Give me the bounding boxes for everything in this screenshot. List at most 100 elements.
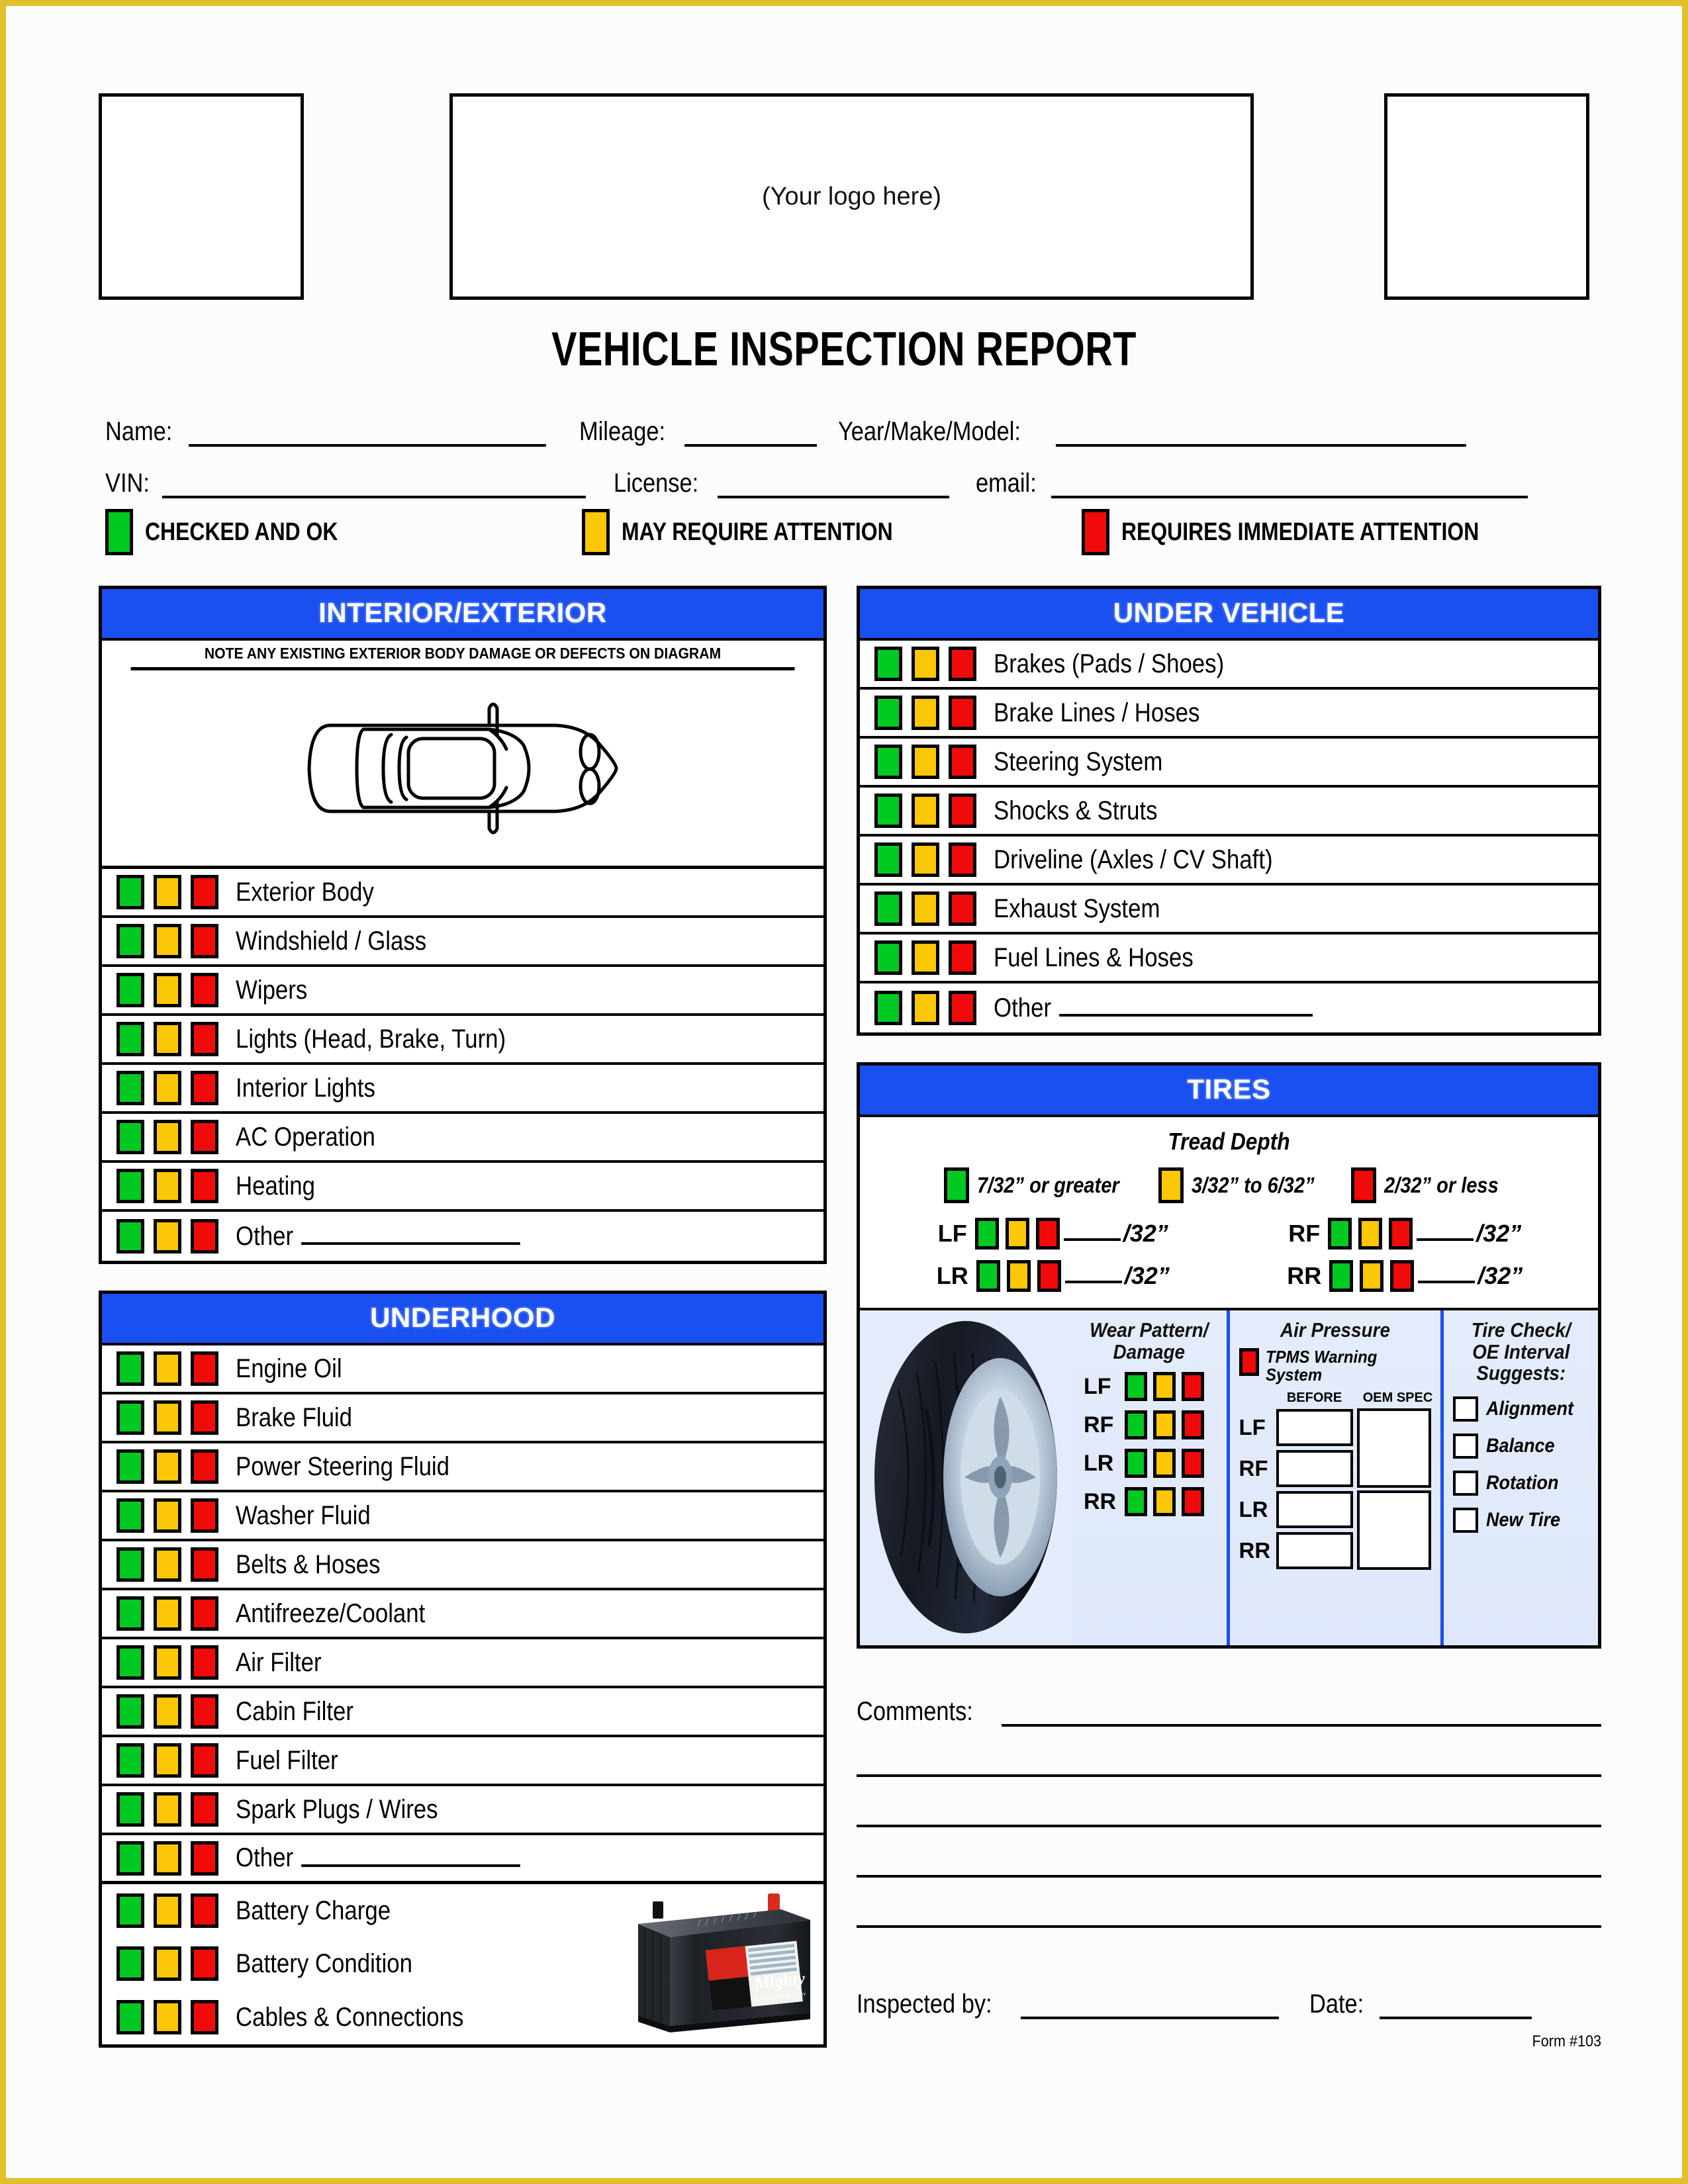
checklist-row[interactable]: Exterior Body <box>102 869 823 918</box>
checklist-row[interactable]: Interior Lights <box>102 1065 823 1114</box>
status-box-green[interactable] <box>117 1547 144 1582</box>
status-box-green[interactable] <box>117 1351 144 1386</box>
checklist-row[interactable]: Windshield / Glass <box>102 918 823 967</box>
status-box-red[interactable] <box>1037 1260 1061 1292</box>
status-box-green[interactable] <box>874 842 902 877</box>
checklist-row[interactable]: Power Steering Fluid <box>102 1443 823 1492</box>
comments-input-5[interactable] <box>857 1878 1601 1928</box>
checklist-row[interactable]: Spark Plugs / Wires <box>102 1786 823 1835</box>
status-box-green[interactable] <box>117 1400 144 1435</box>
vehicle-diagram-cell[interactable] <box>102 670 823 869</box>
tread-row-rr[interactable]: RR /32” <box>1229 1260 1581 1292</box>
status-box-green[interactable] <box>117 1596 144 1631</box>
status-box-green[interactable] <box>1125 1449 1147 1479</box>
checklist-row[interactable]: Brake Fluid <box>102 1394 823 1443</box>
suggestion-new-tire[interactable]: New Tire <box>1452 1507 1593 1533</box>
status-box-red[interactable] <box>1182 1372 1204 1402</box>
tpms-red-swatch-icon[interactable] <box>1239 1347 1259 1376</box>
status-box-red[interactable] <box>191 1596 218 1631</box>
year-make-model-input[interactable] <box>1055 416 1466 447</box>
status-box-red[interactable] <box>191 1547 218 1582</box>
status-box-red[interactable] <box>191 1219 218 1253</box>
status-box-red[interactable] <box>949 891 976 926</box>
checklist-row[interactable]: Shocks & Struts <box>860 788 1598 837</box>
checklist-row[interactable]: Lights (Head, Brake, Turn) <box>102 1016 823 1065</box>
status-box-yellow[interactable] <box>154 1792 181 1827</box>
status-box-yellow[interactable] <box>1358 1218 1383 1250</box>
status-box-red[interactable] <box>191 1893 218 1928</box>
email-input[interactable] <box>1051 468 1528 498</box>
oem-spec-input-rear[interactable] <box>1356 1490 1431 1570</box>
tread-depth-input-lr[interactable] <box>1064 1269 1122 1283</box>
comments-input-1[interactable] <box>1001 1699 1601 1727</box>
comments-input-4[interactable] <box>857 1827 1601 1878</box>
status-box-yellow[interactable] <box>1153 1449 1176 1479</box>
status-box-red[interactable] <box>1390 1260 1415 1292</box>
status-box-green[interactable] <box>976 1260 1000 1292</box>
status-box-green[interactable] <box>117 1498 144 1533</box>
checkbox-alignment[interactable] <box>1452 1396 1478 1422</box>
checklist-row[interactable]: Engine Oil <box>102 1345 823 1394</box>
status-box-yellow[interactable] <box>154 1351 181 1386</box>
status-box-red[interactable] <box>949 745 976 779</box>
status-box-yellow[interactable] <box>154 973 181 1007</box>
status-box-yellow[interactable] <box>154 1946 181 1981</box>
status-box-red[interactable] <box>191 1841 218 1876</box>
pressure-input-lf[interactable] <box>1276 1409 1353 1447</box>
status-box-red[interactable] <box>1389 1218 1413 1250</box>
status-box-red[interactable] <box>949 991 976 1025</box>
checklist-row[interactable]: Fuel Filter <box>102 1737 823 1786</box>
status-box-green[interactable] <box>1125 1410 1147 1440</box>
checkbox-rotation[interactable] <box>1452 1470 1478 1496</box>
status-box-red[interactable] <box>191 1498 218 1533</box>
status-box-yellow[interactable] <box>1005 1218 1029 1250</box>
status-box-yellow[interactable] <box>154 1400 181 1435</box>
status-box-yellow[interactable] <box>1153 1487 1176 1517</box>
checklist-row[interactable]: Other <box>860 983 1598 1032</box>
status-box-yellow[interactable] <box>912 794 939 828</box>
checklist-row[interactable]: Other <box>102 1212 823 1261</box>
checklist-row[interactable]: Air Filter <box>102 1639 823 1688</box>
status-box-yellow[interactable] <box>154 1071 181 1105</box>
status-box-red[interactable] <box>949 794 976 828</box>
status-box-green[interactable] <box>117 1449 144 1484</box>
status-box-red[interactable] <box>191 1120 218 1154</box>
tread-row-lf[interactable]: LF /32” <box>877 1218 1229 1250</box>
tread-row-rf[interactable]: RF /32” <box>1229 1218 1581 1250</box>
checklist-row[interactable]: Other <box>102 1835 823 1884</box>
status-box-yellow[interactable] <box>154 875 181 909</box>
status-box-yellow[interactable] <box>154 924 181 958</box>
checklist-row[interactable]: Fuel Lines & Hoses <box>860 934 1598 983</box>
status-box-green[interactable] <box>1125 1372 1147 1402</box>
checklist-row[interactable]: Steering System <box>860 739 1598 788</box>
checklist-row[interactable]: Driveline (Axles / CV Shaft) <box>860 837 1598 886</box>
tread-depth-input-rf[interactable] <box>1417 1226 1474 1241</box>
status-box-green[interactable] <box>117 1120 144 1154</box>
status-box-yellow[interactable] <box>154 2000 181 2034</box>
status-box-green[interactable] <box>117 1169 144 1203</box>
status-box-red[interactable] <box>949 842 976 877</box>
status-box-green[interactable] <box>117 1022 144 1056</box>
pressure-input-rr[interactable] <box>1276 1532 1353 1570</box>
status-box-green[interactable] <box>874 696 902 730</box>
checklist-row[interactable]: Wipers <box>102 967 823 1016</box>
checklist-row[interactable]: Cabin Filter <box>102 1688 823 1737</box>
checkbox-new-tire[interactable] <box>1452 1507 1478 1533</box>
status-box-green[interactable] <box>117 1743 144 1778</box>
status-box-yellow[interactable] <box>912 842 939 877</box>
status-box-green[interactable] <box>117 1645 144 1680</box>
logo-box-left[interactable] <box>99 93 304 300</box>
status-box-yellow[interactable] <box>154 1120 181 1154</box>
status-box-green[interactable] <box>117 1792 144 1827</box>
status-box-green[interactable] <box>974 1218 999 1250</box>
status-box-green[interactable] <box>874 745 902 779</box>
tread-row-lr[interactable]: LR /32” <box>877 1260 1229 1292</box>
other-input[interactable] <box>1059 999 1313 1017</box>
status-box-green[interactable] <box>874 940 902 975</box>
status-box-red[interactable] <box>191 1400 218 1435</box>
suggestion-rotation[interactable]: Rotation <box>1452 1470 1593 1496</box>
status-box-green[interactable] <box>1125 1487 1147 1517</box>
checklist-row[interactable]: AC Operation <box>102 1114 823 1163</box>
status-box-green[interactable] <box>117 1694 144 1729</box>
status-box-red[interactable] <box>1182 1487 1204 1517</box>
